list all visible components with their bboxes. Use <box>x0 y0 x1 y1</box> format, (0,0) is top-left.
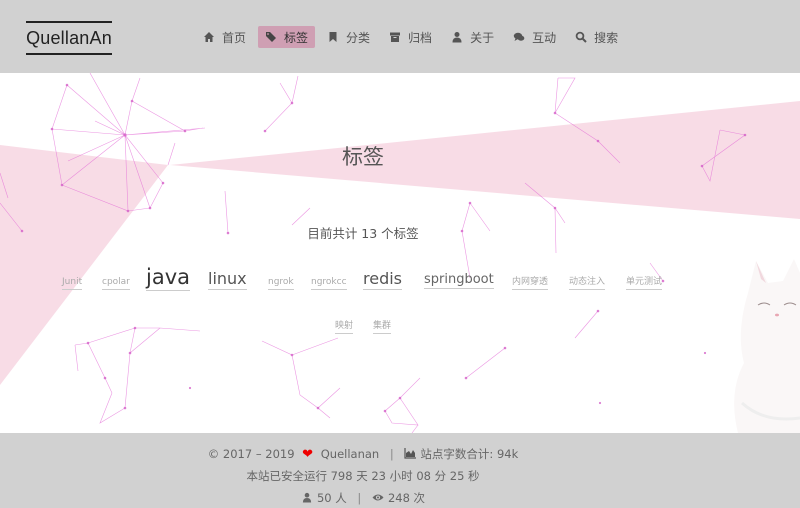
home-icon <box>203 31 216 43</box>
ribbon-left <box>0 145 168 385</box>
tag-unit-test[interactable]: 单元测试 <box>626 278 663 290</box>
nav-search[interactable]: 搜索 <box>568 26 625 48</box>
user-icon <box>302 492 312 503</box>
page-title: 标签 <box>342 145 384 169</box>
nav-interact[interactable]: 互动 <box>506 26 563 48</box>
nav-tags-label: 标签 <box>284 30 309 45</box>
eye-icon <box>372 494 384 501</box>
tag-dynamic-injection[interactable]: 动态注入 <box>569 278 606 290</box>
area-chart-icon <box>404 448 417 459</box>
archive-icon <box>389 31 402 43</box>
footer-separator: | <box>357 491 362 505</box>
tags-icon <box>265 31 278 43</box>
heart-icon: ❤ <box>302 447 314 462</box>
nav-categories-label: 分类 <box>346 30 371 45</box>
nav-about[interactable]: 关于 <box>444 26 501 48</box>
comments-icon <box>513 31 526 43</box>
view-count: 248 次 <box>387 491 426 505</box>
site-footer: © 2017 – 2019 ❤ Quellanan | 站点字数合计: 94k … <box>0 433 800 508</box>
footer-separator: | <box>389 447 394 461</box>
tag-cluster[interactable]: 集群 <box>373 322 392 334</box>
tag-java[interactable]: java <box>146 267 190 291</box>
cat-illustration <box>734 259 800 433</box>
wordcount-label: 站点字数合计: <box>420 447 494 461</box>
copyright-text: © 2017 – 2019 <box>207 447 295 461</box>
nav-archives-label: 归档 <box>408 30 433 45</box>
nav-tags[interactable]: 标签 <box>258 26 316 48</box>
tag-mapping[interactable]: 映射 <box>335 322 354 334</box>
tag-redis[interactable]: redis <box>363 271 403 290</box>
tag-ngrokcc[interactable]: ngrokcc <box>311 278 347 290</box>
bookmark-icon <box>327 31 340 43</box>
tag-count-summary: 目前共计 13 个标签 <box>307 226 419 241</box>
tag-junit[interactable]: Junit <box>62 278 83 290</box>
site-header: QuellanAn 首页 标签 分类 归档 关于 互动 搜索 <box>0 0 800 73</box>
footer-author: Quellanan <box>320 447 380 461</box>
tag-ngrok[interactable]: ngrok <box>268 278 294 290</box>
nav-archives[interactable]: 归档 <box>382 26 439 48</box>
nav-home[interactable]: 首页 <box>196 26 253 48</box>
wordcount-value: 94k <box>496 447 519 461</box>
nav-about-label: 关于 <box>470 30 495 45</box>
nav-home-label: 首页 <box>222 30 247 45</box>
visitor-count: 50 人 <box>316 491 347 505</box>
nav-interact-label: 互动 <box>532 30 557 45</box>
tag-cpolar[interactable]: cpolar <box>102 278 130 290</box>
particle-background <box>0 73 800 433</box>
tag-springboot[interactable]: springboot <box>424 273 494 289</box>
site-logo[interactable]: QuellanAn <box>26 21 112 55</box>
main-nav: 首页 标签 分类 归档 关于 互动 搜索 <box>196 26 630 48</box>
tag-linux[interactable]: linux <box>208 271 247 290</box>
nav-categories[interactable]: 分类 <box>320 26 377 48</box>
tags-page: 标签 目前共计 13 个标签 Junit cpolar java linux n… <box>0 73 800 433</box>
footer-stats-line: 50 人 | 248 次 <box>0 490 726 506</box>
footer-copyright-line: © 2017 – 2019 ❤ Quellanan | 站点字数合计: 94k <box>0 446 726 462</box>
search-icon <box>575 31 588 43</box>
nav-search-label: 搜索 <box>594 30 619 45</box>
user-icon <box>451 31 464 43</box>
tag-intranet-penetration[interactable]: 内网穿透 <box>512 278 549 290</box>
site-runtime: 本站已安全运行 798 天 23 小时 08 分 25 秒 <box>246 469 480 483</box>
